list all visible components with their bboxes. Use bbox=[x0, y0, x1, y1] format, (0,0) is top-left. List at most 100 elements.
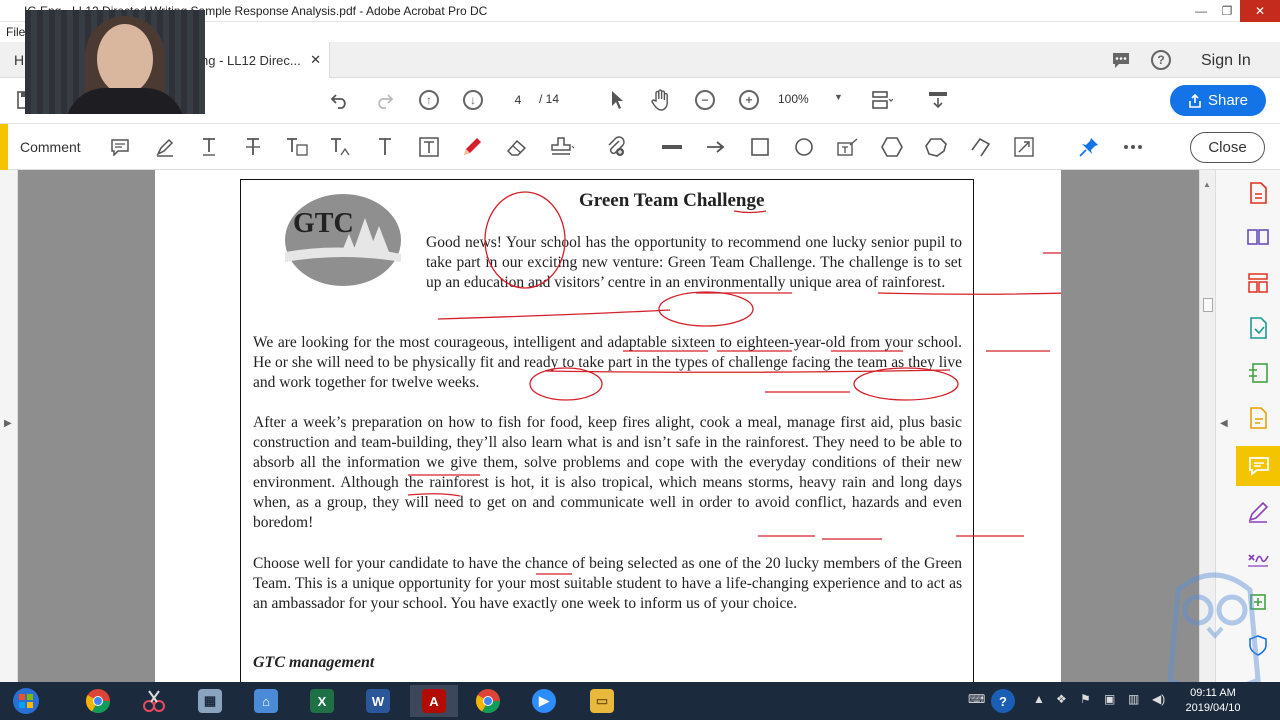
share-button[interactable]: Share bbox=[1170, 85, 1266, 116]
hand-tool-icon[interactable] bbox=[649, 88, 673, 112]
file-explorer-icon[interactable]: ▭ bbox=[578, 685, 626, 717]
draw-polygon-icon[interactable] bbox=[880, 135, 904, 159]
flag-tray-icon[interactable]: ⚑ bbox=[1080, 692, 1091, 706]
replace-text-icon[interactable] bbox=[285, 135, 309, 159]
zoom-out-icon[interactable]: − bbox=[693, 88, 717, 112]
draw-line-icon[interactable] bbox=[660, 135, 684, 159]
highlight-icon[interactable] bbox=[153, 135, 177, 159]
taskbar-clock[interactable]: 09:11 AM 2019/04/10 bbox=[1178, 686, 1248, 716]
add-text-icon[interactable] bbox=[373, 135, 397, 159]
draw-polyline-icon[interactable] bbox=[968, 135, 992, 159]
windows-taskbar: ▦ ⌂ X W A ▶ ▭ ⌨ ? ▲ ❖ ⚑ ▣ ▥ ◀) 09:11 AM … bbox=[0, 682, 1280, 720]
fill-sign-icon[interactable] bbox=[1243, 403, 1273, 433]
attach-file-icon[interactable] bbox=[605, 135, 629, 159]
sign-in-link[interactable]: Sign In bbox=[1201, 52, 1251, 70]
show-hidden-icons[interactable]: ▲ bbox=[1033, 692, 1045, 706]
minimize-button[interactable]: — bbox=[1188, 0, 1214, 22]
help-icon[interactable]: ? bbox=[1150, 49, 1172, 71]
eraser-icon[interactable] bbox=[505, 135, 529, 159]
combine-files-icon[interactable] bbox=[1243, 222, 1273, 252]
chrome-second-taskbar-icon[interactable] bbox=[464, 685, 512, 717]
vertical-scrollbar[interactable]: ▲ bbox=[1199, 170, 1215, 682]
more-tools-icon[interactable] bbox=[1243, 587, 1273, 617]
more-options-icon[interactable] bbox=[1121, 135, 1145, 159]
collapse-right-pane-icon[interactable]: ◀ bbox=[1220, 418, 1228, 429]
chrome-taskbar-icon[interactable] bbox=[74, 685, 122, 717]
page-display-icon[interactable] bbox=[870, 88, 894, 112]
text-callout-icon[interactable] bbox=[836, 135, 860, 159]
network-app-icon[interactable]: ⌂ bbox=[242, 685, 290, 717]
comment-label: Comment bbox=[20, 139, 81, 155]
window-controls: — ❐ ✕ bbox=[1188, 0, 1280, 22]
paragraph-2: We are looking for the most courageous, … bbox=[253, 334, 962, 391]
send-for-signature-icon[interactable] bbox=[1243, 542, 1273, 572]
word-taskbar-icon[interactable]: W bbox=[354, 685, 402, 717]
comment-tool-icon[interactable] bbox=[1236, 446, 1280, 486]
calculator-icon[interactable]: ▦ bbox=[186, 685, 234, 717]
paragraph-3: After a week’s preparation on how to fis… bbox=[253, 414, 962, 531]
tab-document-label: ng - LL12 Direc... bbox=[201, 53, 301, 68]
network-tray-icon[interactable]: ▥ bbox=[1128, 692, 1139, 706]
scroll-up-icon[interactable]: ▲ bbox=[1203, 180, 1211, 189]
insert-text-icon[interactable] bbox=[329, 135, 353, 159]
select-cursor-icon[interactable] bbox=[605, 88, 629, 112]
tab-close-icon[interactable]: ✕ bbox=[310, 52, 321, 68]
sticky-note-icon[interactable] bbox=[108, 135, 132, 159]
stamp-icon[interactable] bbox=[550, 135, 574, 159]
messages-icon[interactable] bbox=[1110, 49, 1132, 71]
organize-pages-icon[interactable] bbox=[1243, 268, 1273, 298]
draw-arrow-icon[interactable] bbox=[704, 135, 728, 159]
export-pdf-icon[interactable] bbox=[1243, 178, 1273, 208]
zoom-level[interactable]: 100% bbox=[778, 92, 809, 106]
draw-pencil-icon[interactable] bbox=[460, 135, 484, 159]
zoom-app-icon[interactable]: ▶ bbox=[520, 685, 568, 717]
acrobat-taskbar-icon[interactable]: A bbox=[410, 685, 458, 717]
zoom-in-icon[interactable]: + bbox=[737, 88, 761, 112]
next-page-icon[interactable]: ↓ bbox=[461, 88, 485, 112]
draw-oval-icon[interactable] bbox=[792, 135, 816, 159]
volume-tray-icon[interactable]: ◀) bbox=[1152, 692, 1165, 706]
excel-taskbar-icon[interactable]: X bbox=[298, 685, 346, 717]
signoff: GTC management bbox=[253, 654, 375, 671]
document-viewport: ▶ Green Team Challenge GTC Good news! Yo… bbox=[0, 170, 1280, 682]
menu-file[interactable]: File bbox=[6, 25, 25, 39]
page-number-input[interactable]: 4 bbox=[500, 89, 536, 111]
keyboard-tray-icon[interactable]: ⌨ bbox=[968, 692, 985, 706]
close-comment-button[interactable]: Close bbox=[1190, 132, 1265, 163]
draw-rectangle-icon[interactable] bbox=[748, 135, 772, 159]
dropbox-tray-icon[interactable]: ❖ bbox=[1056, 692, 1067, 706]
snipping-tool-icon[interactable] bbox=[130, 685, 178, 717]
expand-left-pane-icon[interactable]: ▶ bbox=[4, 418, 12, 429]
help-tray-icon[interactable]: ? bbox=[985, 685, 1021, 717]
close-window-button[interactable]: ✕ bbox=[1240, 0, 1280, 22]
create-pdf-icon[interactable] bbox=[1243, 358, 1273, 388]
viewport-margin bbox=[1061, 170, 1199, 682]
zoom-dropdown-icon[interactable]: ▼ bbox=[834, 92, 843, 102]
paragraph-1: Good news! Your school has the opportuni… bbox=[253, 233, 962, 293]
draw-cloud-icon[interactable] bbox=[924, 135, 948, 159]
tab-home[interactable]: H bbox=[14, 52, 24, 68]
scroll-mode-icon[interactable] bbox=[926, 88, 950, 112]
edit-pdf-icon[interactable] bbox=[1243, 313, 1273, 343]
webcam-presenter-face bbox=[97, 24, 153, 94]
comment-accent-bar bbox=[0, 124, 8, 170]
page-total: / 14 bbox=[539, 92, 560, 106]
maximize-button[interactable]: ❐ bbox=[1214, 0, 1240, 22]
paragraph-1-text: Good news! Your school has the opportuni… bbox=[426, 234, 962, 291]
clock-date: 2019/04/10 bbox=[1185, 702, 1241, 714]
scrollbar-thumb[interactable] bbox=[1203, 298, 1213, 312]
strikethrough-icon[interactable] bbox=[241, 135, 265, 159]
expand-tools-icon[interactable] bbox=[1012, 135, 1036, 159]
previous-page-icon[interactable]: ↑ bbox=[417, 88, 441, 112]
device-tray-icon[interactable]: ▣ bbox=[1104, 692, 1115, 706]
underline-text-icon[interactable] bbox=[197, 135, 221, 159]
comment-toolbar: Comment Close bbox=[0, 124, 1280, 170]
start-button[interactable] bbox=[2, 685, 50, 717]
text-box-icon[interactable] bbox=[417, 135, 441, 159]
pin-toolbar-icon[interactable] bbox=[1077, 135, 1101, 159]
undo-icon[interactable] bbox=[328, 88, 352, 112]
clock-time: 09:11 AM bbox=[1190, 687, 1236, 699]
protect-icon[interactable] bbox=[1243, 630, 1273, 660]
redo-icon[interactable] bbox=[372, 88, 396, 112]
fill-and-sign-pen-icon[interactable] bbox=[1243, 497, 1273, 527]
